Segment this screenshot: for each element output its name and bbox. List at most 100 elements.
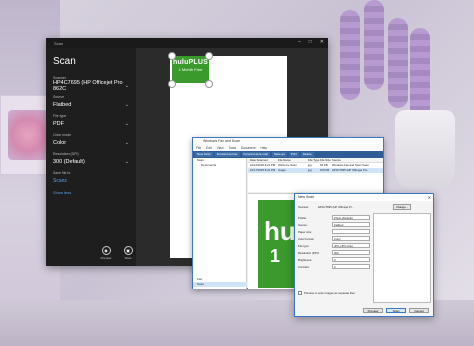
crop-handle-bottom-right[interactable] [205,80,213,88]
tree-item-documents[interactable]: Documents [193,163,246,168]
scanner-value: HP4C7695 (HP Officejet Pr... [318,205,354,209]
new-scan-button[interactable]: New Scan [195,152,213,157]
preview-button[interactable]: Preview [363,308,383,313]
paper-size-select[interactable] [332,229,370,234]
chevron-down-icon: ⌄ [124,120,129,127]
wallpaper-lavender [364,0,384,90]
delete-button[interactable]: Delete [300,152,314,157]
menu-help[interactable]: Help [260,145,267,151]
source-label: Source: [298,222,308,227]
brightness-input[interactable]: 0 [332,257,370,262]
menu-file[interactable]: File [196,145,201,151]
scanner-field[interactable]: Scanner HP4C7695 (HP Officejet Pro 862C ⌄ [53,76,129,92]
card-subtitle: 1 Month Free [178,67,203,72]
scan-button[interactable]: Scan [386,308,406,313]
scan-window-title: Scan [54,40,64,46]
source-select[interactable]: Flatbed [53,102,71,108]
window-controls: – □ ✕ [298,39,324,45]
wallpaper-flower [8,110,48,160]
minimize-button[interactable]: – [298,39,301,45]
chevron-down-icon: ⌄ [124,139,129,146]
cell: 169 KB [320,168,330,172]
menu-edit[interactable]: Edit [206,145,212,151]
cell: jpg [308,168,312,172]
preview-text: hu [264,216,296,246]
forward-email-button[interactable]: Forward as E-mail [241,152,270,157]
table-row[interactable]: 10/17/2020 8:21 PM Image jpg 169 KB HP4C… [248,168,383,173]
profile-select[interactable]: Photo (Default) [332,215,370,220]
menu-tools[interactable]: Tools [229,145,236,151]
view-switcher: Fax Scan [193,277,247,287]
profile-label: Profile: [298,215,307,220]
crop-handle-top-left[interactable] [168,52,176,60]
close-button[interactable]: ✕ [320,39,324,45]
contrast-input[interactable]: 0 [332,264,370,269]
column-header[interactable]: Source [332,158,383,162]
scan-list: Date Scanned File Name File Type File Si… [248,158,383,192]
save-folder-link[interactable]: Scans [53,178,67,184]
scan-settings-sidebar: Scan Scanner HP4C7695 (HP Officejet Pro … [46,48,136,266]
scanner-label: Scanner: [298,205,310,209]
column-header[interactable]: Date Scanned [248,158,278,162]
close-icon[interactable]: ✕ [428,194,431,201]
color-mode-select[interactable]: Color [53,140,66,146]
fax-scan-titlebar: Windows Fax and Scan [193,138,383,145]
scan-button[interactable]: ▣ Scan [120,246,136,260]
separate-files-option[interactable]: Preview or scan images as separate files [298,291,355,295]
preview-button[interactable]: ◉ Preview [98,246,114,260]
crop-handle-bottom-left[interactable] [168,80,176,88]
source-field[interactable]: Source Flatbed ⌄ [53,95,129,109]
save-to-field: Save file to Scans [53,171,129,185]
menu-view[interactable]: View [217,145,224,151]
preview-icon: ◉ [101,246,111,255]
cell: 10/17/2020 8:21 PM [250,168,276,172]
change-scanner-button[interactable]: Change... [393,204,412,210]
chevron-down-icon: ⌄ [124,158,129,165]
scan-settings-form: Profile: Photo (Default) Source: Flatbed P… [298,214,370,270]
separate-files-checkbox[interactable] [298,291,302,295]
scanner-row: Scanner: HP4C7695 (HP Officejet Pr... Ch… [298,204,432,210]
resolution-select[interactable]: 300 (Default) [53,159,85,165]
paper-size-label: Paper size: [298,229,312,234]
wallpaper-vase [395,110,455,190]
print-button[interactable]: Print [288,152,299,157]
resolution-field[interactable]: Resolution (DPI) 300 (Default) ⌄ [53,152,129,166]
forward-fax-button[interactable]: Forward as Fax [214,152,240,157]
column-header[interactable]: File Type [308,158,320,162]
cancel-button[interactable]: Cancel [409,308,429,313]
chevron-down-icon: ⌄ [124,101,129,108]
maximize-button[interactable]: □ [309,39,312,45]
file-type-field[interactable]: File type PDF ⌄ [53,114,129,128]
preview-label: Preview [100,256,112,260]
view-scan[interactable]: Scan [193,282,247,287]
show-less-link[interactable]: Show less [53,190,129,195]
column-header[interactable]: File Name [278,158,308,162]
cell: Image [278,168,286,172]
checkbox-label: Preview or scan images as separate files [304,291,355,295]
file-type-select[interactable]: PDF [53,121,64,127]
source-select[interactable]: Flatbed [332,222,370,227]
cell: HP4C7695 (HP Officejet Pro [332,168,368,172]
card-title: huluPLUS [172,59,209,66]
fax-scan-title: Windows Fax and Scan [203,139,240,143]
resolution-input[interactable]: 300 [332,250,370,255]
scanner-select[interactable]: HP4C7695 (HP Officejet Pro 862C [53,80,125,92]
dialog-buttons: Preview Scan Cancel [363,308,429,313]
dialog-titlebar: New Scan ✕ [295,194,433,201]
color-mode-field[interactable]: Color mode Color ⌄ [53,133,129,147]
file-type-label: File type: [298,243,310,248]
resolution-label: Resolution (DPI): [298,250,320,255]
menu-document[interactable]: Document [241,145,256,151]
wallpaper-lavender [340,10,360,100]
crop-handle-top-right[interactable] [205,52,213,60]
file-type-select[interactable]: JPG (JPG File) [332,243,370,248]
color-format-select[interactable]: Color [332,236,370,241]
preview-text: 1 [270,246,281,266]
dialog-title: New Scan [298,195,314,199]
toolbar: New Scan Forward as Fax Forward as E-mai… [193,151,383,158]
brightness-label: Brightness: [298,257,312,262]
column-header[interactable]: File Size [320,158,332,162]
save-as-button[interactable]: Save as [271,152,287,157]
scan-heading: Scan [53,56,76,67]
scan-icon: ▣ [123,246,133,255]
